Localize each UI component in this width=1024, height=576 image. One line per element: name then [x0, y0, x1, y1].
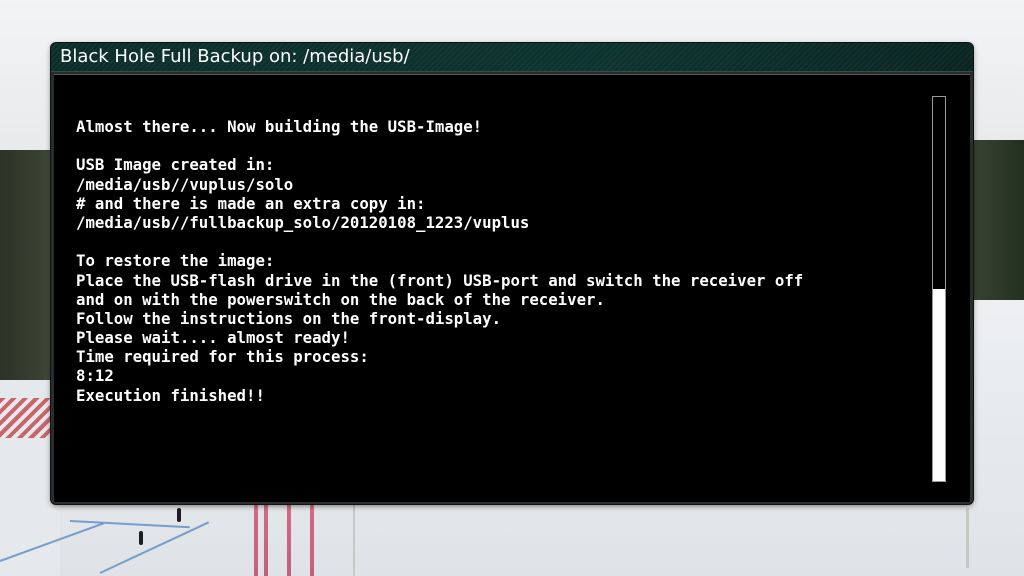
console-line: Time required for this process: [76, 347, 369, 367]
course-post [353, 505, 355, 576]
console-line: Execution finished!! [76, 385, 265, 405]
gate-pole [310, 505, 314, 576]
forest-right [965, 140, 1024, 300]
console-line: # and there is made an extra copy in: [76, 193, 426, 213]
console-output: Almost there... Now building the USB-Ima… [76, 117, 916, 487]
skier [139, 531, 143, 545]
console-line: /media/usb//vuplus/solo [76, 174, 294, 194]
skier [177, 508, 181, 522]
console-line: To restore the image: [76, 251, 275, 271]
console-frame: Almost there... Now building the USB-Ima… [54, 74, 970, 502]
gate-pole [264, 505, 268, 576]
console-line: /media/usb//fullbackup_solo/20120108_122… [76, 212, 530, 232]
console-line: Follow the instructions on the front-dis… [76, 308, 502, 328]
backup-dialog: Black Hole Full Backup on: /media/usb/ A… [51, 43, 973, 504]
gate-pole [254, 505, 258, 576]
console-line: Place the USB-flash drive in the (front)… [76, 270, 804, 290]
console-line: Please wait.... almost ready! [76, 328, 350, 348]
console-line: Almost there... Now building the USB-Ima… [76, 117, 483, 136]
gate-pole [287, 505, 291, 576]
safety-net [0, 398, 52, 438]
scrollbar-thumb[interactable] [933, 289, 945, 481]
course-post [966, 508, 969, 568]
console-line: 8:12 [76, 366, 114, 386]
scrollbar[interactable] [932, 96, 946, 482]
window-title: Black Hole Full Backup on: /media/usb/ [60, 46, 410, 67]
title-bar: Black Hole Full Backup on: /media/usb/ [51, 43, 973, 72]
console-line: and on with the powerswitch on the back … [76, 289, 605, 309]
console-line: USB Image created in: [76, 155, 275, 175]
